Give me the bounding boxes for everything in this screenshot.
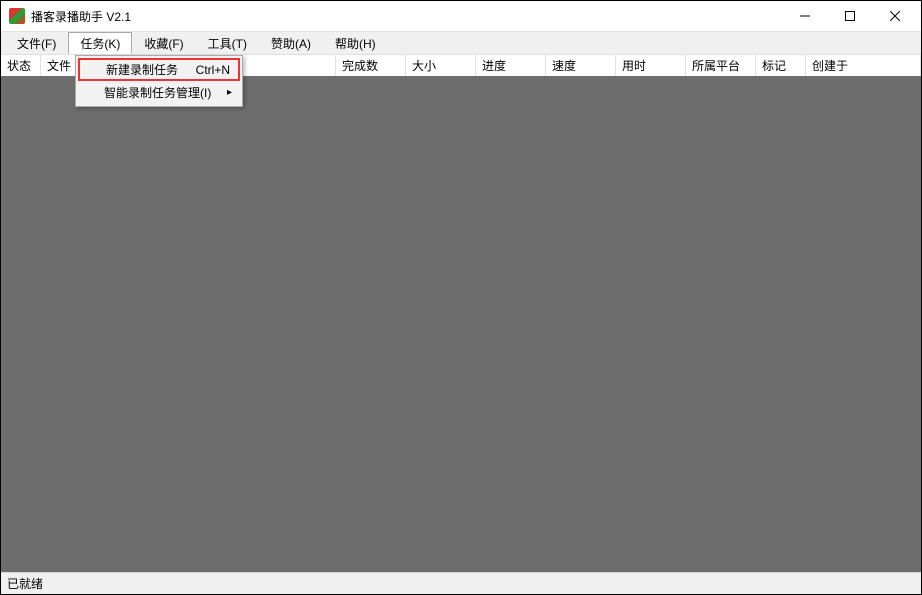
menu-sponsor[interactable]: 赞助(A) — [259, 32, 323, 54]
close-button[interactable] — [872, 2, 917, 30]
dropdown-item-label: 智能录制任务管理(I) — [104, 84, 211, 101]
menu-tools[interactable]: 工具(T) — [196, 32, 259, 54]
status-text: 已就绪 — [7, 575, 43, 592]
col-completed[interactable]: 完成数 — [336, 55, 406, 76]
col-duration[interactable]: 用时 — [616, 55, 686, 76]
menu-task[interactable]: 任务(K) — [68, 32, 132, 54]
col-platform[interactable]: 所属平台 — [686, 55, 756, 76]
col-speed[interactable]: 速度 — [546, 55, 616, 76]
col-progress[interactable]: 进度 — [476, 55, 546, 76]
minimize-icon — [800, 11, 810, 21]
menubar: 文件(F) 任务(K) 收藏(F) 工具(T) 赞助(A) 帮助(H) 新建录制… — [1, 31, 921, 55]
menu-item-new-record-task[interactable]: 新建录制任务 Ctrl+N — [78, 58, 240, 81]
col-created[interactable]: 创建于 — [806, 55, 921, 76]
titlebar: 播客录播助手 V2.1 — [1, 1, 921, 31]
maximize-button[interactable] — [827, 2, 872, 30]
col-size[interactable]: 大小 — [406, 55, 476, 76]
chevron-right-icon: ▸ — [227, 87, 232, 98]
menu-favorites[interactable]: 收藏(F) — [132, 32, 195, 54]
menu-item-smart-record-manage[interactable]: 智能录制任务管理(I) ▸ — [78, 81, 240, 104]
titlebar-left: 播客录播助手 V2.1 — [5, 8, 131, 25]
statusbar: 已就绪 — [1, 572, 921, 594]
content-area — [1, 76, 921, 572]
menu-file[interactable]: 文件(F) — [5, 32, 68, 54]
col-status[interactable]: 状态 — [1, 55, 41, 76]
minimize-button[interactable] — [782, 2, 827, 30]
window-title: 播客录播助手 V2.1 — [31, 8, 131, 25]
menu-help[interactable]: 帮助(H) — [323, 32, 388, 54]
task-dropdown: 新建录制任务 Ctrl+N 智能录制任务管理(I) ▸ — [75, 55, 243, 107]
dropdown-item-label: 新建录制任务 — [106, 61, 178, 78]
maximize-icon — [845, 11, 855, 21]
dropdown-item-shortcut: Ctrl+N — [196, 63, 230, 77]
app-icon — [9, 8, 25, 24]
col-mark[interactable]: 标记 — [756, 55, 806, 76]
window-controls — [782, 2, 917, 30]
close-icon — [890, 11, 900, 21]
